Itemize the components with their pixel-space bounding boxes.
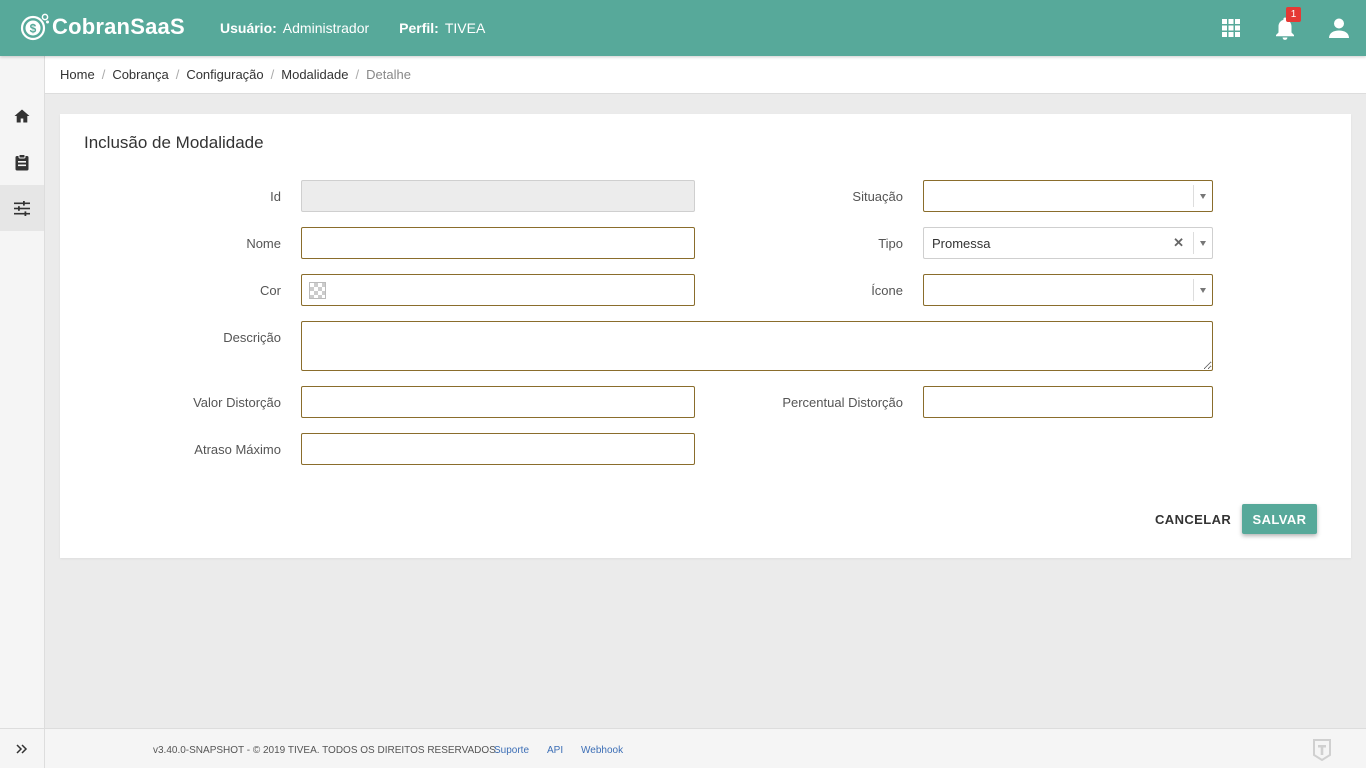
apps-grid-icon [1222, 19, 1240, 37]
save-button[interactable]: SALVAR [1242, 504, 1317, 534]
situacao-select[interactable] [923, 180, 1213, 212]
nome-label: Nome [246, 236, 281, 251]
tipo-value: Promessa [932, 236, 991, 251]
cor-label: Cor [260, 283, 281, 298]
sidebar-item-clipboard[interactable] [0, 139, 44, 185]
notification-badge: 1 [1286, 7, 1301, 22]
coin-logo-icon: $ [20, 13, 49, 41]
color-picker-field[interactable] [301, 274, 695, 306]
user-value: Administrador [282, 20, 370, 36]
sidebar-item-settings[interactable] [0, 185, 44, 231]
cancel-button[interactable]: CANCELAR [1145, 504, 1241, 534]
user-menu-button[interactable] [1312, 0, 1366, 56]
percentual-distorcao-label: Percentual Distorção [782, 395, 903, 410]
valor-distorcao-label: Valor Distorção [193, 395, 281, 410]
chevron-down-icon [1193, 232, 1212, 254]
footer: v3.40.0-SNAPSHOT - © 2019 TIVEA. TODOS O… [45, 728, 1366, 768]
situacao-label: Situação [852, 189, 903, 204]
sidebar [0, 56, 45, 768]
percentual-distorcao-field[interactable] [923, 386, 1213, 418]
atraso-maximo-field[interactable] [301, 433, 695, 465]
breadcrumb-cobranca[interactable]: Cobrança [112, 67, 168, 82]
user-label: Usuário: [220, 20, 277, 36]
double-chevron-right-icon [16, 743, 28, 754]
valor-distorcao-field[interactable] [301, 386, 695, 418]
sidebar-item-home[interactable] [0, 93, 44, 139]
logo-text: CobranSaaS [52, 14, 185, 39]
user-info: Usuário: Administrador Perfil: TIVEA [220, 20, 515, 36]
icone-select[interactable] [923, 274, 1213, 306]
breadcrumb-configuracao[interactable]: Configuração [186, 67, 263, 82]
breadcrumb-current: Detalhe [366, 67, 411, 82]
svg-text:$: $ [30, 22, 37, 36]
tipo-label: Tipo [878, 236, 903, 251]
clipboard-icon [15, 153, 29, 170]
notifications-button[interactable]: 1 [1258, 0, 1312, 56]
tivea-logo-icon [1313, 739, 1331, 761]
atraso-maximo-label: Atraso Máximo [194, 442, 281, 457]
breadcrumb-modalidade[interactable]: Modalidade [281, 67, 348, 82]
home-icon [14, 109, 30, 123]
breadcrumb: Home / Cobrança / Configuração / Modalid… [45, 56, 1366, 94]
settings-sliders-icon [14, 200, 30, 216]
clear-selection-icon[interactable]: ✕ [1173, 235, 1184, 251]
breadcrumb-home[interactable]: Home [60, 67, 95, 82]
apps-grid-button[interactable] [1204, 0, 1258, 56]
icone-label: Ícone [871, 283, 903, 298]
id-label: Id [270, 189, 281, 204]
sidebar-expand-button[interactable] [0, 728, 44, 768]
descricao-textarea[interactable] [301, 321, 1213, 371]
tipo-select[interactable]: Promessa ✕ [923, 227, 1213, 259]
form-card: Inclusão de Modalidade Id Nome Cor Descr… [60, 114, 1351, 558]
id-field [301, 180, 695, 212]
top-header: $ CobranSaaS Usuário: Administrador Perfi… [0, 0, 1366, 56]
user-icon [1329, 18, 1349, 38]
footer-link-webhook[interactable]: Webhook [581, 745, 623, 756]
chevron-down-icon [1193, 279, 1212, 301]
copyright-text: v3.40.0-SNAPSHOT - © 2019 TIVEA. TODOS O… [153, 745, 499, 756]
app-logo[interactable]: $ CobranSaaS [20, 12, 185, 42]
footer-link-api[interactable]: API [547, 745, 563, 756]
color-swatch-icon [309, 282, 326, 299]
footer-link-suporte[interactable]: Suporte [494, 745, 529, 756]
descricao-label: Descrição [223, 330, 281, 345]
chevron-down-icon [1193, 185, 1212, 207]
profile-value: TIVEA [444, 20, 486, 36]
profile-label: Perfil: [399, 20, 439, 36]
nome-field[interactable] [301, 227, 695, 259]
page-title: Inclusão de Modalidade [84, 133, 264, 152]
